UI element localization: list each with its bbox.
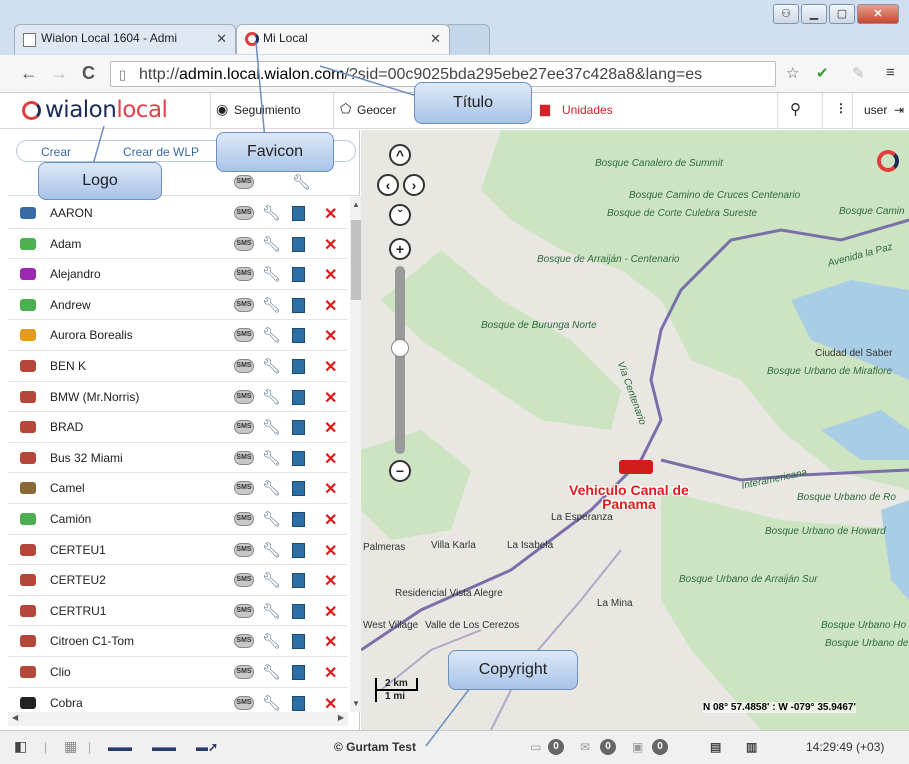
callout-title: Título (414, 82, 532, 124)
callout-copyright: Copyright (448, 650, 578, 690)
callout-favicon: Favicon (216, 132, 334, 172)
callout-logo: Logo (38, 162, 162, 200)
